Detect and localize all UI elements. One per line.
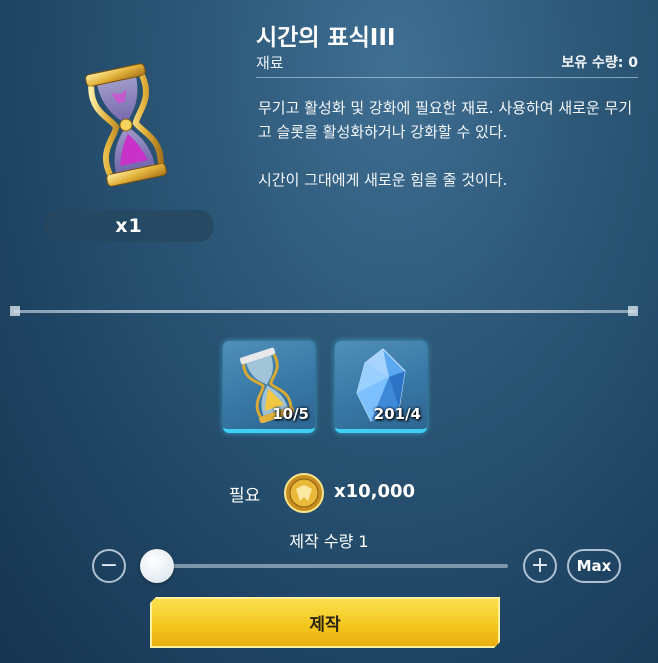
item-hourglass-icon xyxy=(72,60,180,190)
plus-icon: + xyxy=(530,553,550,578)
header-divider xyxy=(256,77,638,78)
craft-button[interactable]: 제작 xyxy=(150,597,500,648)
owned-quantity: 보유 수량: 0 xyxy=(561,55,638,71)
item-description: 무기고 활성화 및 강화에 필요한 재료. 사용하여 새로운 무기고 슬롯을 활… xyxy=(258,96,643,216)
decrease-quantity-button[interactable]: − xyxy=(92,549,126,583)
requirement-amount: x10,000 xyxy=(334,481,416,502)
increase-quantity-button[interactable]: + xyxy=(523,549,557,583)
description-paragraph: 시간이 그대에게 새로운 힘을 줄 것이다. xyxy=(258,171,508,189)
requirement-label: 필요 xyxy=(229,486,261,506)
item-category: 재료 xyxy=(256,54,284,72)
material-slot-hourglass[interactable]: 10/5 xyxy=(223,341,315,433)
gold-coin-icon xyxy=(284,473,324,513)
max-quantity-button[interactable]: Max xyxy=(567,549,621,583)
craft-quantity-label: 제작 수량 1 xyxy=(289,532,369,551)
quantity-slider-track[interactable] xyxy=(158,564,508,568)
section-divider xyxy=(14,310,636,313)
item-quantity-badge: x1 xyxy=(44,210,214,242)
quantity-slider-thumb[interactable] xyxy=(140,549,174,583)
item-title: 시간의 표식III xyxy=(256,25,396,51)
divider-cap xyxy=(10,306,20,316)
description-paragraph: 무기고 활성화 및 강화에 필요한 재료. 사용하여 새로운 무기고 슬롯을 활… xyxy=(258,99,633,141)
material-count: 201/4 xyxy=(373,405,421,423)
material-slot-crystal[interactable]: 201/4 xyxy=(335,341,427,433)
divider-cap xyxy=(628,306,638,316)
material-count: 10/5 xyxy=(272,405,309,423)
minus-icon: − xyxy=(99,553,119,578)
